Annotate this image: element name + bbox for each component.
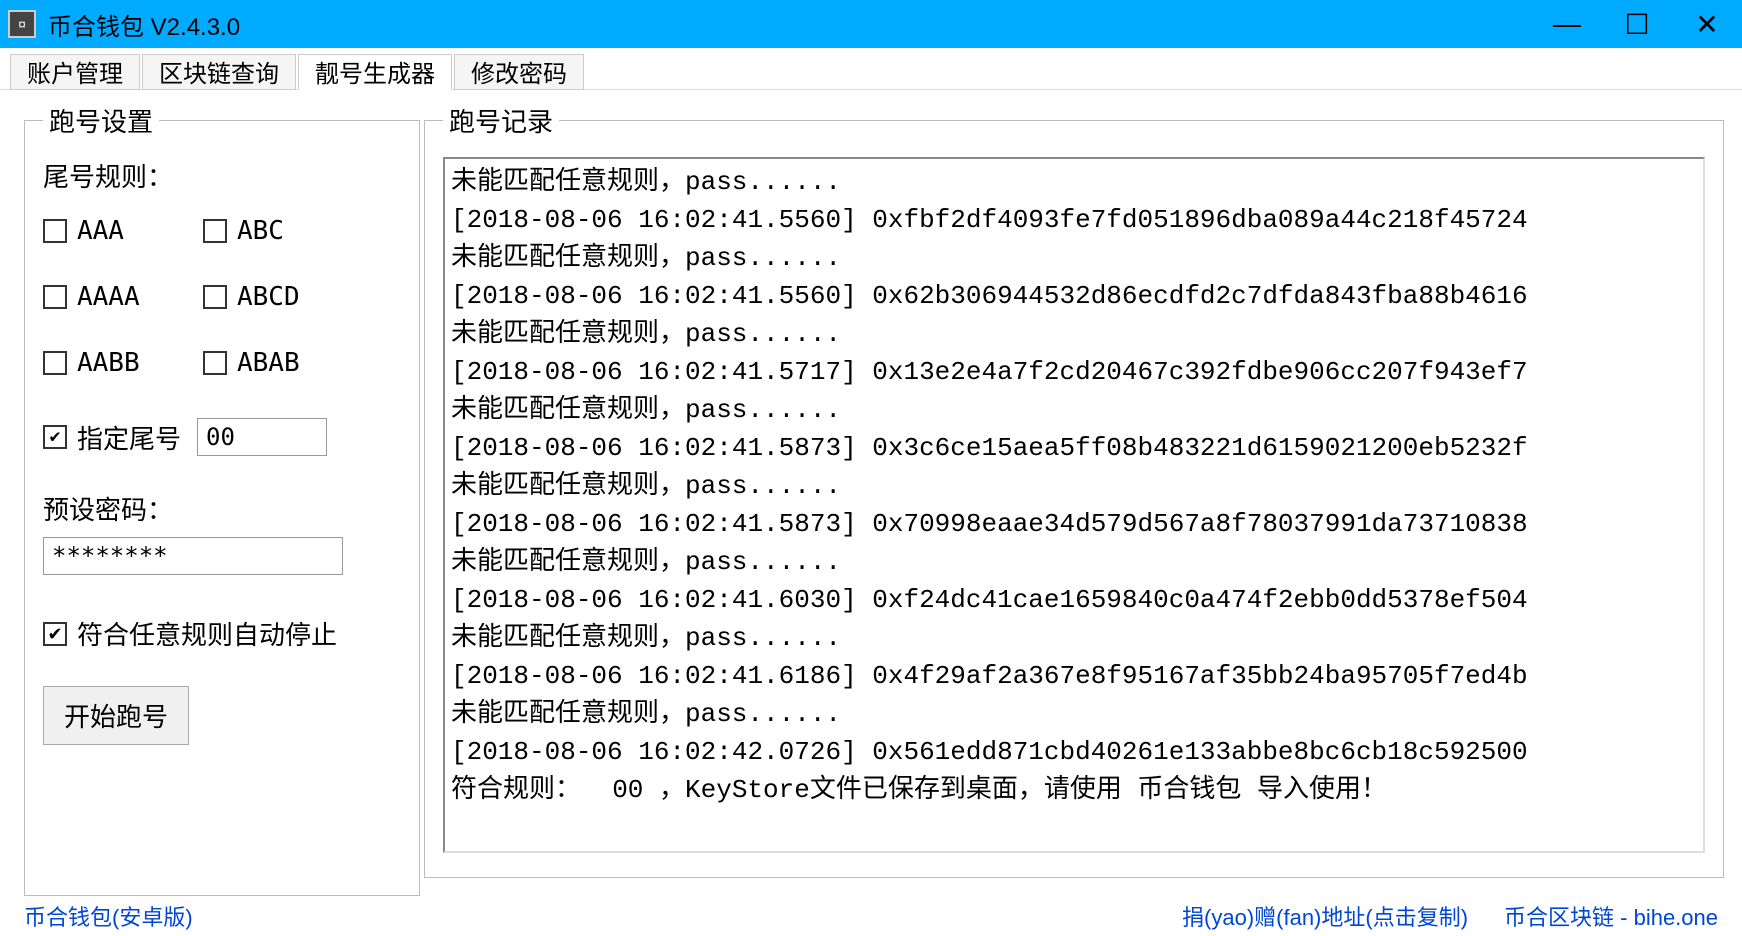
checkbox-icon: [43, 285, 67, 309]
tab-password[interactable]: 修改密码: [454, 54, 584, 90]
rule-label-text: AAAA: [77, 282, 140, 312]
rule-label-text: AAA: [77, 216, 124, 246]
checkbox-icon: [43, 219, 67, 243]
maximize-button[interactable]: ☐: [1602, 0, 1672, 48]
footer-donate-link[interactable]: 捐(yao)赠(fan)地址(点击复制): [1182, 900, 1468, 932]
checkbox-icon: [43, 351, 67, 375]
minimize-button[interactable]: —: [1532, 0, 1602, 48]
rule-abc[interactable]: ABC: [203, 216, 363, 246]
settings-group: 跑号设置 尾号规则： AAA ABC AAAA ABCD AABB ABAB 指…: [24, 102, 420, 896]
tab-account[interactable]: 账户管理: [10, 54, 140, 90]
window-controls: — ☐ ✕: [1532, 0, 1742, 48]
start-button[interactable]: 开始跑号: [43, 686, 189, 745]
checkbox-icon: [43, 622, 67, 646]
log-textarea[interactable]: 未能匹配任意规则，pass...... [2018-08-06 16:02:41…: [443, 157, 1705, 853]
app-icon: ¤: [8, 10, 36, 38]
rule-label-text: ABC: [237, 216, 284, 246]
settings-title: 跑号设置: [43, 102, 159, 139]
log-group: 跑号记录 未能匹配任意规则，pass...... [2018-08-06 16:…: [424, 102, 1724, 878]
tab-blockchain[interactable]: 区块链查询: [142, 54, 296, 90]
custom-suffix-input[interactable]: [197, 418, 327, 456]
custom-suffix-checkbox[interactable]: 指定尾号: [43, 419, 181, 456]
window-title: 币合钱包 V2.4.3.0: [48, 7, 1532, 42]
rule-label-text: AABB: [77, 348, 140, 378]
auto-stop-checkbox[interactable]: 符合任意规则自动停止: [43, 615, 337, 652]
rule-aaa[interactable]: AAA: [43, 216, 203, 246]
footer-site-link[interactable]: 币合区块链 - bihe.one: [1504, 900, 1718, 932]
titlebar: ¤ 币合钱包 V2.4.3.0 — ☐ ✕: [0, 0, 1742, 48]
checkbox-icon: [203, 219, 227, 243]
right-panel: 跑号记录 未能匹配任意规则，pass...... [2018-08-06 16:…: [420, 90, 1742, 896]
auto-stop-row: 符合任意规则自动停止: [43, 615, 401, 652]
close-button[interactable]: ✕: [1672, 0, 1742, 48]
auto-stop-label: 符合任意规则自动停止: [77, 615, 337, 652]
footer: 币合钱包(安卓版) 捐(yao)赠(fan)地址(点击复制) 币合区块链 - b…: [0, 896, 1742, 936]
custom-suffix-label: 指定尾号: [77, 419, 181, 456]
log-title: 跑号记录: [443, 102, 559, 139]
rule-label-text: ABCD: [237, 282, 300, 312]
rule-abcd[interactable]: ABCD: [203, 282, 363, 312]
tab-vanity[interactable]: 靓号生成器: [298, 54, 452, 90]
left-panel: 跑号设置 尾号规则： AAA ABC AAAA ABCD AABB ABAB 指…: [0, 90, 420, 896]
checkbox-icon: [43, 425, 67, 449]
checkbox-icon: [203, 285, 227, 309]
password-input[interactable]: [43, 537, 343, 575]
custom-suffix-row: 指定尾号: [43, 418, 401, 456]
rule-aabb[interactable]: AABB: [43, 348, 203, 378]
footer-android-link[interactable]: 币合钱包(安卓版): [24, 900, 193, 932]
rule-abab[interactable]: ABAB: [203, 348, 363, 378]
rule-aaaa[interactable]: AAAA: [43, 282, 203, 312]
rule-label-text: ABAB: [237, 348, 300, 378]
checkbox-icon: [203, 351, 227, 375]
rule-grid: AAA ABC AAAA ABCD AABB ABAB: [43, 216, 401, 378]
rule-label: 尾号规则：: [43, 157, 401, 194]
password-label: 预设密码：: [43, 490, 401, 527]
tab-bar: 账户管理 区块链查询 靓号生成器 修改密码: [0, 48, 1742, 90]
